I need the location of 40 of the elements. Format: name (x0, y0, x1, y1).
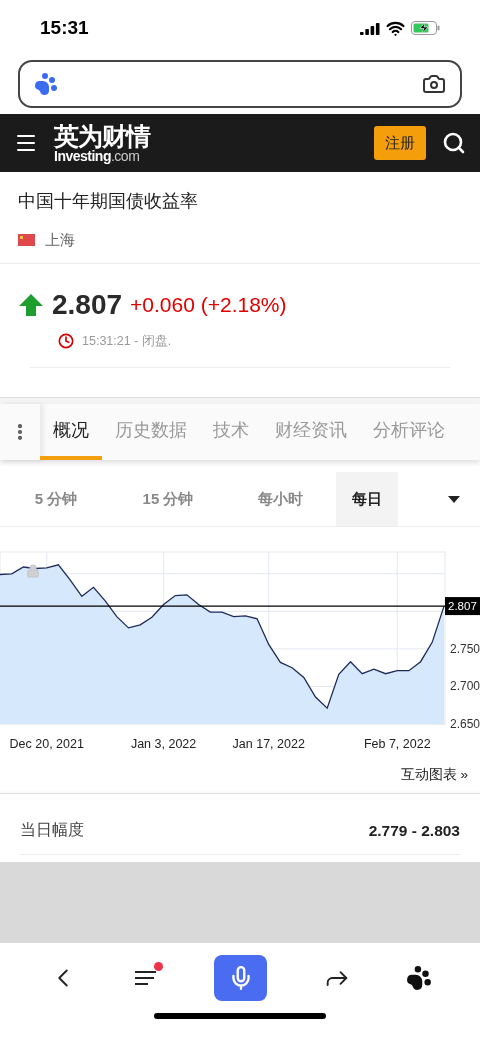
site-logo[interactable]: 英为财情 Investing.com (54, 123, 150, 163)
section-tab[interactable]: 历史数据 (102, 404, 200, 460)
stat-label: 当日幅度 (20, 820, 84, 841)
section-tab[interactable]: 财经资讯 (262, 404, 360, 460)
interval-tab[interactable]: 5 分钟 (0, 472, 112, 526)
voice-search-button[interactable] (214, 955, 268, 1001)
x-axis-label: Feb 7, 2022 (363, 737, 431, 751)
search-icon[interactable] (442, 131, 466, 155)
status-time: 15:31 (40, 15, 89, 40)
price-value: 2.807 (52, 288, 123, 322)
interval-tab[interactable]: 每小时 (224, 472, 336, 526)
market-status: 15:31:21 - 闭盘. (82, 333, 172, 350)
camera-icon[interactable] (422, 72, 446, 96)
x-axis-label: Dec 20, 2021 (9, 737, 84, 751)
dropdown-caret-icon[interactable] (448, 495, 460, 503)
clock-icon (58, 333, 74, 350)
y-axis-label: 2.650 (450, 717, 480, 731)
paw-icon[interactable] (406, 965, 433, 991)
y-axis-label: 2.750 (450, 641, 480, 656)
interval-tab[interactable]: 每日 (336, 472, 398, 526)
stat-value: 2.779 - 2.803 (368, 820, 460, 841)
exchange-label: 上海 (45, 230, 75, 250)
flag-icon (18, 234, 35, 247)
paw-icon (34, 72, 58, 96)
register-button[interactable]: 注册 (374, 126, 426, 160)
search-field[interactable] (18, 60, 462, 108)
x-axis-label: Jan 17, 2022 (232, 737, 305, 751)
interactive-chart-link[interactable]: 互动图表 » (400, 765, 468, 786)
price-change: +0.060 (+2.18%) (130, 292, 287, 319)
signal-icon (360, 21, 380, 35)
instrument-title: 中国十年期国债收益率 (18, 190, 199, 213)
section-tab[interactable]: 技术 (200, 404, 262, 460)
interval-tab[interactable]: 15 分钟 (112, 472, 224, 526)
battery-charging-icon (411, 21, 440, 35)
lock-icon (26, 563, 40, 579)
section-tab[interactable]: 分析评论 (360, 404, 458, 460)
y-axis-label: 2.700 (450, 679, 480, 694)
section-tab[interactable]: 概况 (40, 404, 102, 460)
current-price-label: 2.807 (445, 597, 480, 616)
x-axis-label: Jan 3, 2022 (130, 737, 197, 751)
